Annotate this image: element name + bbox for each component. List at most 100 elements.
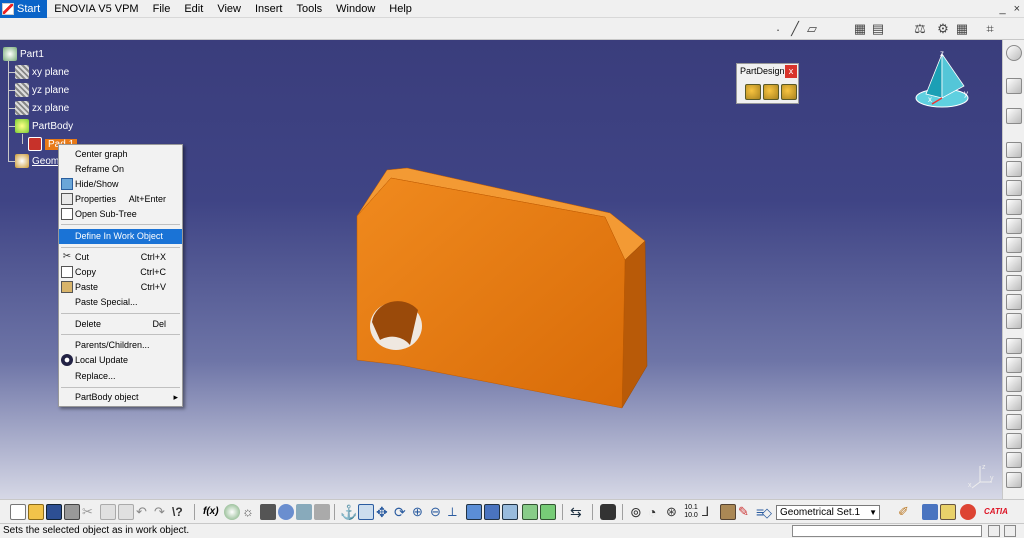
groove-icon[interactable] <box>1006 199 1022 215</box>
ctx-center-graph[interactable]: Center graph <box>59 147 182 162</box>
quick-view-icon[interactable] <box>466 504 482 520</box>
select-icon[interactable] <box>1006 78 1022 94</box>
normal-view-icon[interactable]: ⟂ <box>448 504 464 520</box>
compass-icon[interactable]: z x y <box>912 46 972 114</box>
menu-file[interactable]: File <box>146 0 178 18</box>
thickness-icon[interactable] <box>1006 414 1022 430</box>
remove-face-icon[interactable] <box>1006 452 1022 468</box>
catalog-icon[interactable]: ▤ <box>870 21 886 37</box>
ctx-copy[interactable]: Copy Ctrl+C <box>59 265 182 280</box>
menu-insert[interactable]: Insert <box>248 0 290 18</box>
draft-icon[interactable] <box>1006 376 1022 392</box>
thread-icon[interactable] <box>1006 433 1022 449</box>
snap-icon[interactable]: ⌗ <box>982 21 998 37</box>
camera-icon[interactable] <box>600 504 616 520</box>
pad-icon[interactable] <box>1006 142 1022 158</box>
measure-icon[interactable]: ⚖ <box>912 21 928 37</box>
paint-icon[interactable]: ✐ <box>898 504 914 520</box>
stop-icon[interactable] <box>1004 525 1016 537</box>
close-window-button[interactable]: × <box>1014 0 1020 18</box>
hole-icon[interactable] <box>1006 218 1022 234</box>
menu-edit[interactable]: Edit <box>177 0 210 18</box>
grid-icon[interactable]: ▦ <box>954 21 970 37</box>
tree-node-xy-plane[interactable]: xy plane <box>15 65 69 79</box>
new-file-icon[interactable] <box>10 504 26 520</box>
ctx-properties[interactable]: Properties Alt+Enter <box>59 192 182 207</box>
tree-node-partbody[interactable]: PartBody <box>15 119 73 133</box>
sketch-analysis-icon[interactable]: ⊚ <box>630 504 646 520</box>
redo-icon[interactable]: ↷ <box>154 504 170 520</box>
ctx-paste[interactable]: Paste Ctrl+V <box>59 280 182 295</box>
zoom-out-icon[interactable]: ⊖ <box>430 504 446 520</box>
print-icon[interactable] <box>64 504 80 520</box>
ctx-hide-show[interactable]: Hide/Show <box>59 177 182 192</box>
part-design-icon[interactable] <box>745 84 761 100</box>
table-icon[interactable] <box>260 504 276 520</box>
slot-icon[interactable] <box>1006 256 1022 272</box>
swap-visible-icon[interactable] <box>540 504 556 520</box>
fillet-icon[interactable] <box>1006 338 1022 354</box>
panel-close-button[interactable]: x <box>785 65 797 78</box>
chamfer-icon[interactable] <box>1006 357 1022 373</box>
ctx-parents-children[interactable]: Parents/Children... <box>59 338 182 353</box>
fly-mode-icon[interactable]: ⚓ <box>340 504 357 520</box>
ctx-delete[interactable]: Delete Del <box>59 317 182 332</box>
replace-face-icon[interactable] <box>1006 472 1022 488</box>
ctx-reframe-on[interactable]: Reframe On <box>59 162 182 177</box>
point-icon[interactable]: · <box>770 21 786 37</box>
loft-icon[interactable] <box>1006 294 1022 310</box>
part-design-icon[interactable] <box>781 84 797 100</box>
shell-icon[interactable] <box>1006 395 1022 411</box>
zoom-in-icon[interactable]: ⊕ <box>412 504 428 520</box>
shading-icon[interactable] <box>502 504 518 520</box>
tree-node-yz-plane[interactable]: yz plane <box>15 83 69 97</box>
isometric-view-icon[interactable] <box>484 504 500 520</box>
pan-icon[interactable]: ✥ <box>376 504 392 520</box>
command-input[interactable] <box>792 525 982 537</box>
ctx-partbody-object[interactable]: PartBody object ▸ <box>59 390 182 405</box>
menu-tools[interactable]: Tools <box>289 0 329 18</box>
copy-icon[interactable] <box>100 504 116 520</box>
light-icon[interactable]: ☼ <box>242 504 258 520</box>
open-folder-icon[interactable] <box>28 504 44 520</box>
ctx-define-in-work-object[interactable]: Define In Work Object <box>59 229 182 244</box>
render-icon[interactable]: ✎ <box>738 504 754 520</box>
constraint-icon[interactable]: ◔ <box>648 504 664 520</box>
plane-icon[interactable]: ▱ <box>804 21 820 37</box>
ctx-cut[interactable]: ✂ Cut Ctrl+X <box>59 250 182 265</box>
shaft-icon[interactable] <box>1006 180 1022 196</box>
pocket-icon[interactable] <box>1006 161 1022 177</box>
whats-this-icon[interactable]: \? <box>172 504 188 520</box>
ctx-local-update[interactable]: Local Update <box>59 353 182 368</box>
sketcher-icon[interactable] <box>1006 108 1022 124</box>
cut-icon[interactable]: ✂ <box>82 504 98 520</box>
power-input-icon[interactable] <box>988 525 1000 537</box>
line-icon[interactable]: ╱ <box>787 21 803 37</box>
hide-show-icon[interactable] <box>522 504 538 520</box>
dress-up-icon[interactable] <box>922 504 938 520</box>
table-icon[interactable]: ▦ <box>852 21 868 37</box>
tree-node-zx-plane[interactable]: zx plane <box>15 101 69 115</box>
ctx-open-sub-tree[interactable]: Open Sub-Tree <box>59 207 182 222</box>
rib-icon[interactable] <box>1006 237 1022 253</box>
minimize-button[interactable]: _ <box>999 0 1005 18</box>
menu-help[interactable]: Help <box>382 0 419 18</box>
measure-values-icon[interactable]: 10.1 10.0 <box>684 504 698 520</box>
material-icon[interactable] <box>720 504 736 520</box>
stiffener-icon[interactable] <box>1006 275 1022 291</box>
inertia-icon[interactable]: ⚙ <box>935 21 951 37</box>
geometrical-set-select[interactable]: Geometrical Set.1 ▼ <box>776 505 880 520</box>
save-icon[interactable] <box>46 504 62 520</box>
menu-start[interactable]: Start <box>0 0 48 18</box>
instantiate-icon[interactable] <box>278 504 294 520</box>
menu-view[interactable]: View <box>210 0 248 18</box>
publish-icon[interactable] <box>960 504 976 520</box>
replace-icon[interactable] <box>314 504 330 520</box>
formula-icon[interactable]: f(x) <box>203 504 223 520</box>
knowledge-icon[interactable] <box>224 504 240 520</box>
fit-all-icon[interactable] <box>358 504 374 520</box>
check-icon[interactable]: ⊛ <box>666 504 682 520</box>
tree-node-part[interactable]: Part1 <box>3 47 44 61</box>
menu-window[interactable]: Window <box>329 0 382 18</box>
menu-enovia[interactable]: ENOVIA V5 VPM <box>47 0 145 18</box>
